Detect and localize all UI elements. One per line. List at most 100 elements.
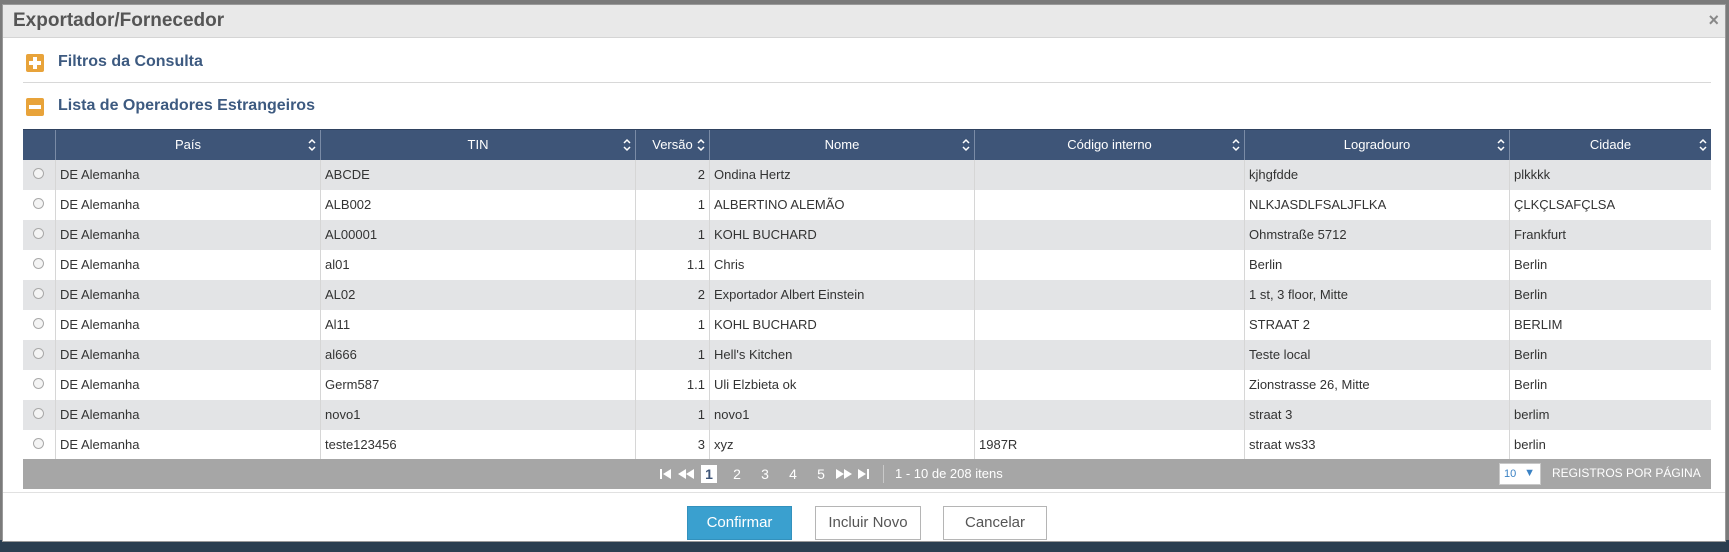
confirm-button[interactable]: Confirmar <box>687 506 792 540</box>
cell-codigo <box>974 220 1244 250</box>
cell-nome: KOHL BUCHARD <box>709 220 974 250</box>
row-select-radio[interactable] <box>33 408 44 419</box>
row-select-radio[interactable] <box>33 318 44 329</box>
sort-icon[interactable] <box>962 138 970 152</box>
cell-cidade: Berlin <box>1509 250 1711 280</box>
cell-cidade: Berlin <box>1509 280 1711 310</box>
page-5[interactable]: 5 <box>813 465 829 483</box>
row-select-radio[interactable] <box>33 258 44 269</box>
filters-section-label[interactable]: Filtros da Consulta <box>58 53 203 71</box>
cell-versao: 2 <box>635 280 709 310</box>
cell-pais: DE Alemanha <box>55 190 320 220</box>
sort-icon[interactable] <box>623 138 631 152</box>
page-1[interactable]: 1 <box>701 465 717 483</box>
table-row[interactable]: DE Alemanha Al11 1 KOHL BUCHARD STRAAT 2 BERL… <box>23 310 1711 340</box>
cell-codigo <box>974 310 1244 340</box>
sort-icon[interactable] <box>1232 138 1240 152</box>
list-section-label[interactable]: Lista de Operadores Estrangeiros <box>58 97 315 115</box>
page-4[interactable]: 4 <box>785 465 801 483</box>
operators-grid: País TIN Versão Nome Código interno Logradour… <box>23 129 1711 489</box>
cell-logradouro: Teste local <box>1244 340 1509 370</box>
column-header-logradouro[interactable]: Logradouro <box>1244 130 1509 160</box>
minus-square-icon[interactable] <box>26 98 44 116</box>
page-size-label: REGISTROS POR PÁGINA <box>1552 466 1701 480</box>
select-column-header <box>23 130 55 160</box>
list-section-toggle[interactable]: Lista de Operadores Estrangeiros <box>26 97 426 119</box>
cell-tin: ALB002 <box>320 190 635 220</box>
filters-section-toggle[interactable]: Filtros da Consulta <box>26 53 326 75</box>
last-page-icon[interactable] <box>856 467 870 481</box>
footer-divider <box>3 492 1725 493</box>
column-header-label: Versão <box>652 137 693 152</box>
cell-versao: 1 <box>635 340 709 370</box>
page-size-value: 10 <box>1504 468 1517 480</box>
cell-logradouro: kjhgfdde <box>1244 160 1509 190</box>
sort-icon[interactable] <box>308 138 316 152</box>
sort-icon[interactable] <box>1699 138 1707 152</box>
column-header-label: Cidade <box>1589 137 1632 152</box>
cell-versao: 1 <box>635 190 709 220</box>
page-size-select[interactable]: 10 ▼ <box>1499 463 1541 485</box>
cell-cidade: berlim <box>1509 400 1711 430</box>
cell-tin: Germ587 <box>320 370 635 400</box>
cell-nome: KOHL BUCHARD <box>709 310 974 340</box>
cancel-button[interactable]: Cancelar <box>943 506 1047 540</box>
pagination-bar: 1 2 3 4 5 1 - 10 de 208 itens 10 ▼ REGIS… <box>23 459 1711 489</box>
sort-icon[interactable] <box>1497 138 1505 152</box>
add-new-button[interactable]: Incluir Novo <box>815 506 921 540</box>
cell-versao: 1.1 <box>635 370 709 400</box>
table-row[interactable]: DE Alemanha al666 1 Hell's Kitchen Teste loc… <box>23 340 1711 370</box>
row-select-radio[interactable] <box>33 348 44 359</box>
cell-nome: xyz <box>709 430 974 460</box>
section-divider <box>23 82 1711 83</box>
cell-pais: DE Alemanha <box>55 220 320 250</box>
cell-codigo: 1987R <box>974 430 1244 460</box>
cell-versao: 1 <box>635 310 709 340</box>
row-select-radio[interactable] <box>33 228 44 239</box>
table-row[interactable]: DE Alemanha al01 1.1 Chris Berlin Berlin <box>23 250 1711 280</box>
cell-nome: ALBERTINO ALEMÃO <box>709 190 974 220</box>
row-select-radio[interactable] <box>33 288 44 299</box>
plus-square-icon[interactable] <box>26 54 44 72</box>
next-page-icon[interactable] <box>835 467 853 481</box>
row-select-radio[interactable] <box>33 378 44 389</box>
cell-cidade: BERLIM <box>1509 310 1711 340</box>
table-row[interactable]: DE Alemanha Germ587 1.1 Uli Elzbieta ok Zion… <box>23 370 1711 400</box>
cell-pais: DE Alemanha <box>55 370 320 400</box>
column-header-tin[interactable]: TIN <box>320 130 635 160</box>
cell-logradouro: STRAAT 2 <box>1244 310 1509 340</box>
table-row[interactable]: DE Alemanha AL02 2 Exportador Albert Einste… <box>23 280 1711 310</box>
first-page-icon[interactable] <box>659 467 673 481</box>
table-row[interactable]: DE Alemanha ABCDE 2 Ondina Hertz kjhgfdde plk… <box>23 160 1711 190</box>
row-select-radio[interactable] <box>33 198 44 209</box>
cell-versao: 1 <box>635 220 709 250</box>
cell-codigo <box>974 160 1244 190</box>
row-select-radio[interactable] <box>33 168 44 179</box>
table-row[interactable]: DE Alemanha novo1 1 novo1 straat 3 berlim <box>23 400 1711 430</box>
grid-body: DE Alemanha ABCDE 2 Ondina Hertz kjhgfdde plk… <box>23 160 1711 460</box>
cell-cidade: Berlin <box>1509 340 1711 370</box>
column-header-cidade[interactable]: Cidade <box>1509 130 1711 160</box>
column-header-pais[interactable]: País <box>55 130 320 160</box>
column-header-versao[interactable]: Versão <box>635 130 709 160</box>
close-icon[interactable]: × <box>1708 10 1719 31</box>
cell-logradouro: 1 st, 3 floor, Mitte <box>1244 280 1509 310</box>
cell-cidade: Frankfurt <box>1509 220 1711 250</box>
page-3[interactable]: 3 <box>757 465 773 483</box>
table-row[interactable]: DE Alemanha teste123456 3 xyz 1987R straat ws… <box>23 430 1711 460</box>
cell-codigo <box>974 400 1244 430</box>
table-row[interactable]: DE Alemanha AL00001 1 KOHL BUCHARD Ohmstraße… <box>23 220 1711 250</box>
page-2[interactable]: 2 <box>729 465 745 483</box>
previous-page-icon[interactable] <box>677 467 695 481</box>
sort-icon[interactable] <box>697 138 705 152</box>
cell-versao: 3 <box>635 430 709 460</box>
column-header-codigo[interactable]: Código interno <box>974 130 1244 160</box>
column-header-nome[interactable]: Nome <box>709 130 974 160</box>
cell-logradouro: Ohmstraße 5712 <box>1244 220 1509 250</box>
cell-cidade: berlin <box>1509 430 1711 460</box>
table-row[interactable]: DE Alemanha ALB002 1 ALBERTINO ALEMÃO NLKJAS… <box>23 190 1711 220</box>
cell-pais: DE Alemanha <box>55 340 320 370</box>
cell-pais: DE Alemanha <box>55 430 320 460</box>
row-select-radio[interactable] <box>33 438 44 449</box>
cell-logradouro: Zionstrasse 26, Mitte <box>1244 370 1509 400</box>
